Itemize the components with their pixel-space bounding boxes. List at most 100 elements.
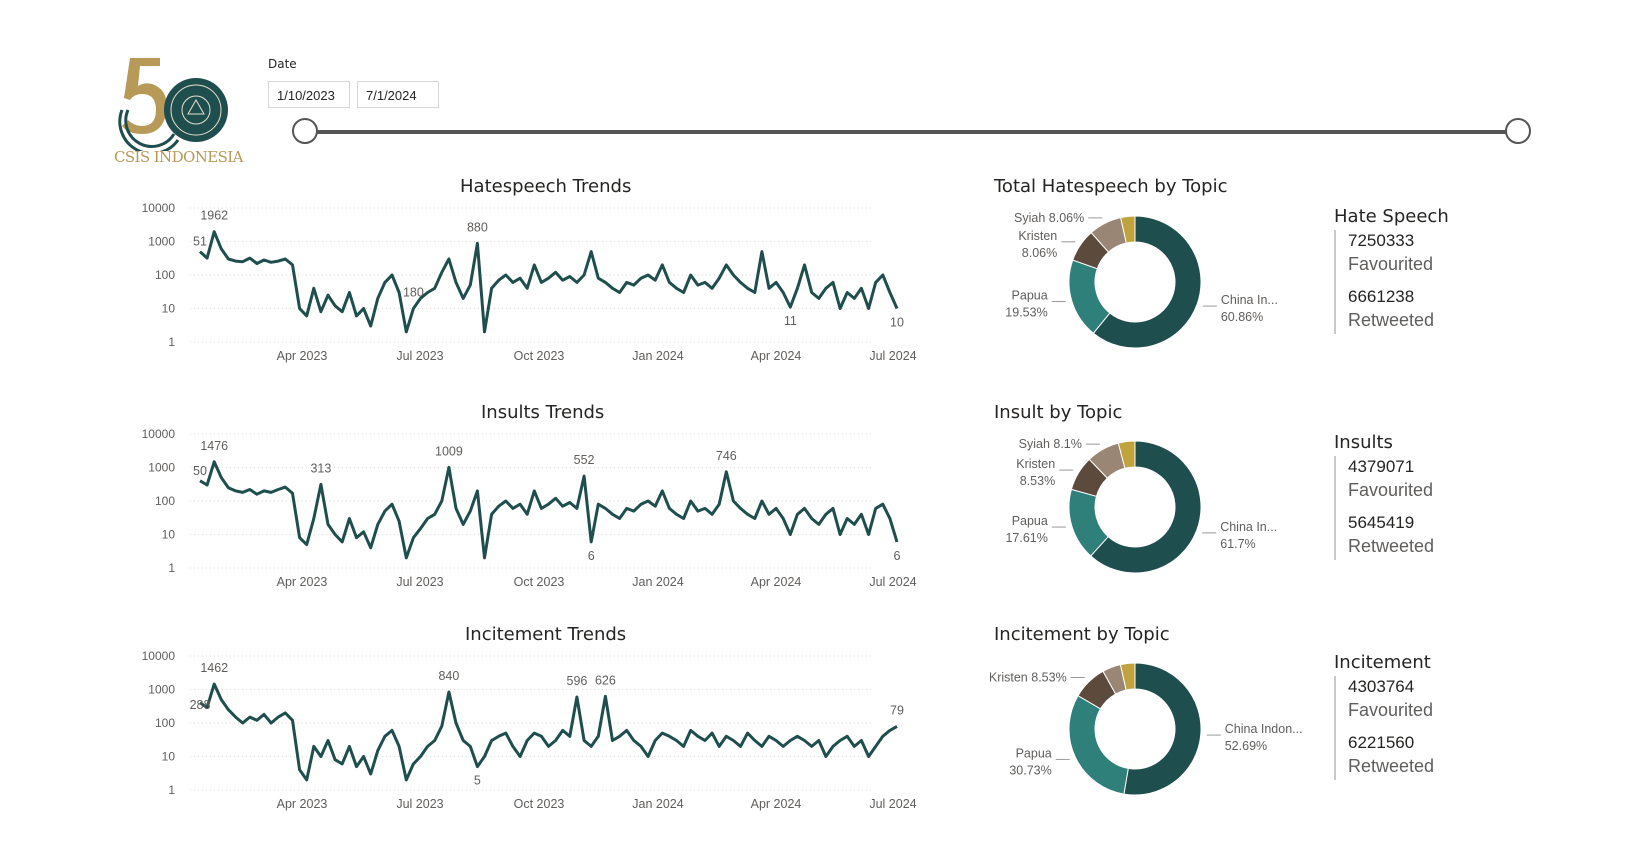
kpi-title: Insults [1334,432,1393,453]
slice-label: Papua [1016,746,1052,760]
x-tick-label: Apr 2024 [751,575,802,589]
favourited-count: 4379071 [1348,457,1415,476]
y-tick-label: 100 [155,268,175,282]
y-tick-label: 1000 [148,235,175,249]
slice-label: China In... [1221,293,1278,307]
y-tick-label: 10000 [142,427,176,441]
slice-label: Kristen [1018,229,1057,243]
x-tick-label: Jul 2024 [869,575,916,589]
kpi-title: Hate Speech [1334,206,1449,227]
data-label: 5 [474,774,481,788]
slice-label: Syiah 8.06% [1014,211,1084,225]
incitement-trends-chart[interactable]: 10000 1000 100 10 1 Apr 2023 Jul 2023 Oct 2023 J… [130,648,950,823]
x-tick-label: Apr 2023 [277,349,328,363]
start-date-input[interactable]: 1/10/2023 [268,81,350,108]
slice-value-label: 60.86% [1221,310,1263,324]
retweeted-count: 6661238 [1348,287,1415,306]
insults-trends-chart[interactable]: 10000 1000 100 10 1 Apr 2023 Jul 2023 Oct 2023 J… [130,426,950,601]
date-slider-end-handle[interactable] [1505,118,1531,144]
data-label: 313 [310,461,331,475]
hatespeech-by-topic-title: Total Hatespeech by Topic [994,176,1228,197]
logo-text: CSIS INDONESIA [114,148,243,166]
data-label: 79 [890,703,904,717]
donut-slice [1068,695,1129,795]
data-label: 50 [193,464,207,478]
data-label: 626 [595,673,616,687]
x-tick-label: Apr 2023 [277,575,328,589]
data-label: 6 [894,549,901,563]
date-slider-start-handle[interactable] [292,118,318,144]
data-label: 6 [588,549,595,563]
x-tick-label: Oct 2023 [514,575,565,589]
slice-label: Papua [1012,289,1048,303]
data-label: 1009 [435,444,463,458]
y-tick-label: 10 [162,528,176,542]
y-tick-label: 100 [155,494,175,508]
data-label: 1462 [200,661,228,675]
retweeted-label: Retweeted [1348,756,1435,776]
data-label: 1962 [200,209,228,223]
end-date-input[interactable]: 7/1/2024 [357,81,439,108]
kpi-title: Incitement [1334,652,1431,673]
data-label: 1476 [200,439,228,453]
insult-by-topic-title: Insult by Topic [994,402,1123,423]
logo-mark-icon [118,58,228,151]
x-tick-label: Apr 2024 [751,797,802,811]
data-label: 840 [438,669,459,683]
kpi-values: 4379071 Favourited 5645419 Retweeted [1334,456,1474,560]
x-tick-label: Jan 2024 [632,575,683,589]
data-label: 880 [467,220,488,234]
incitement-by-topic-title: Incitement by Topic [994,624,1170,645]
slice-value-label: 61.7% [1220,537,1255,551]
y-tick-label: 1 [168,335,175,349]
y-tick-label: 1 [168,783,175,797]
favourited-count: 4303764 [1348,677,1415,696]
x-tick-label: Jul 2023 [396,349,443,363]
insults-trends-title: Insults Trends [481,402,605,423]
favourited-label: Favourited [1348,480,1434,500]
slice-label: Kristen 8.53% [990,671,1067,685]
x-tick-label: Oct 2023 [514,797,565,811]
csis-50-logo: CSIS INDONESIA [114,56,248,166]
insult-by-topic-donut[interactable]: China In... 61.7% Papua 17.61% Kristen 8.53% S… [990,425,1310,595]
favourited-count: 7250333 [1348,231,1415,250]
slice-value-label: 17.61% [1005,531,1047,545]
data-label: 552 [574,453,595,467]
hatespeech-by-topic-donut[interactable]: China In... 60.86% Papua 19.53% Kristen 8.06%… [990,200,1310,370]
y-tick-label: 10 [162,750,176,764]
data-label: 288 [190,698,211,712]
slice-label: Papua [1012,514,1048,528]
hatespeech-trends-title: Hatespeech Trends [460,176,632,197]
slice-label: China Indon... [1225,722,1303,736]
hatespeech-trends-chart[interactable]: 10000 1000 100 10 1 Apr 2023 Jul 2023 Oct 2023 J… [130,200,950,375]
data-label: 10 [890,316,904,330]
kpi-values: 7250333 Favourited 6661238 Retweeted [1334,230,1474,334]
slice-value-label: 8.53% [1020,474,1055,488]
slice-value-label: 19.53% [1005,306,1047,320]
hate-speech-kpi-card: Hate Speech 7250333 Favourited 6661238 R… [1334,206,1449,334]
trend-line [199,682,898,782]
y-tick-label: 10000 [142,649,176,663]
y-tick-label: 1000 [148,683,175,697]
retweeted-count: 5645419 [1348,513,1415,532]
x-tick-label: Apr 2023 [277,797,328,811]
x-tick-label: Jul 2023 [396,797,443,811]
slice-label: Syiah 8.1% [1019,437,1082,451]
favourited-label: Favourited [1348,700,1434,720]
data-label: 746 [716,449,737,463]
x-tick-label: Jan 2024 [632,349,683,363]
date-slider-track[interactable] [305,130,1520,134]
x-tick-label: Jul 2024 [869,349,916,363]
y-tick-label: 1000 [148,461,175,475]
x-tick-label: Apr 2024 [751,349,802,363]
date-slicer-label: Date [268,57,297,71]
data-label: 11 [784,314,797,328]
data-label: 180 [403,286,424,300]
y-tick-label: 10 [162,302,176,316]
trend-line [199,460,899,560]
favourited-label: Favourited [1348,254,1434,274]
retweeted-count: 6221560 [1348,733,1415,752]
slice-value-label: 30.73% [1009,763,1051,777]
slice-value-label: 8.06% [1022,246,1057,260]
incitement-by-topic-donut[interactable]: China Indon... 52.69% Papua 30.73% Kristen 8… [990,647,1310,817]
